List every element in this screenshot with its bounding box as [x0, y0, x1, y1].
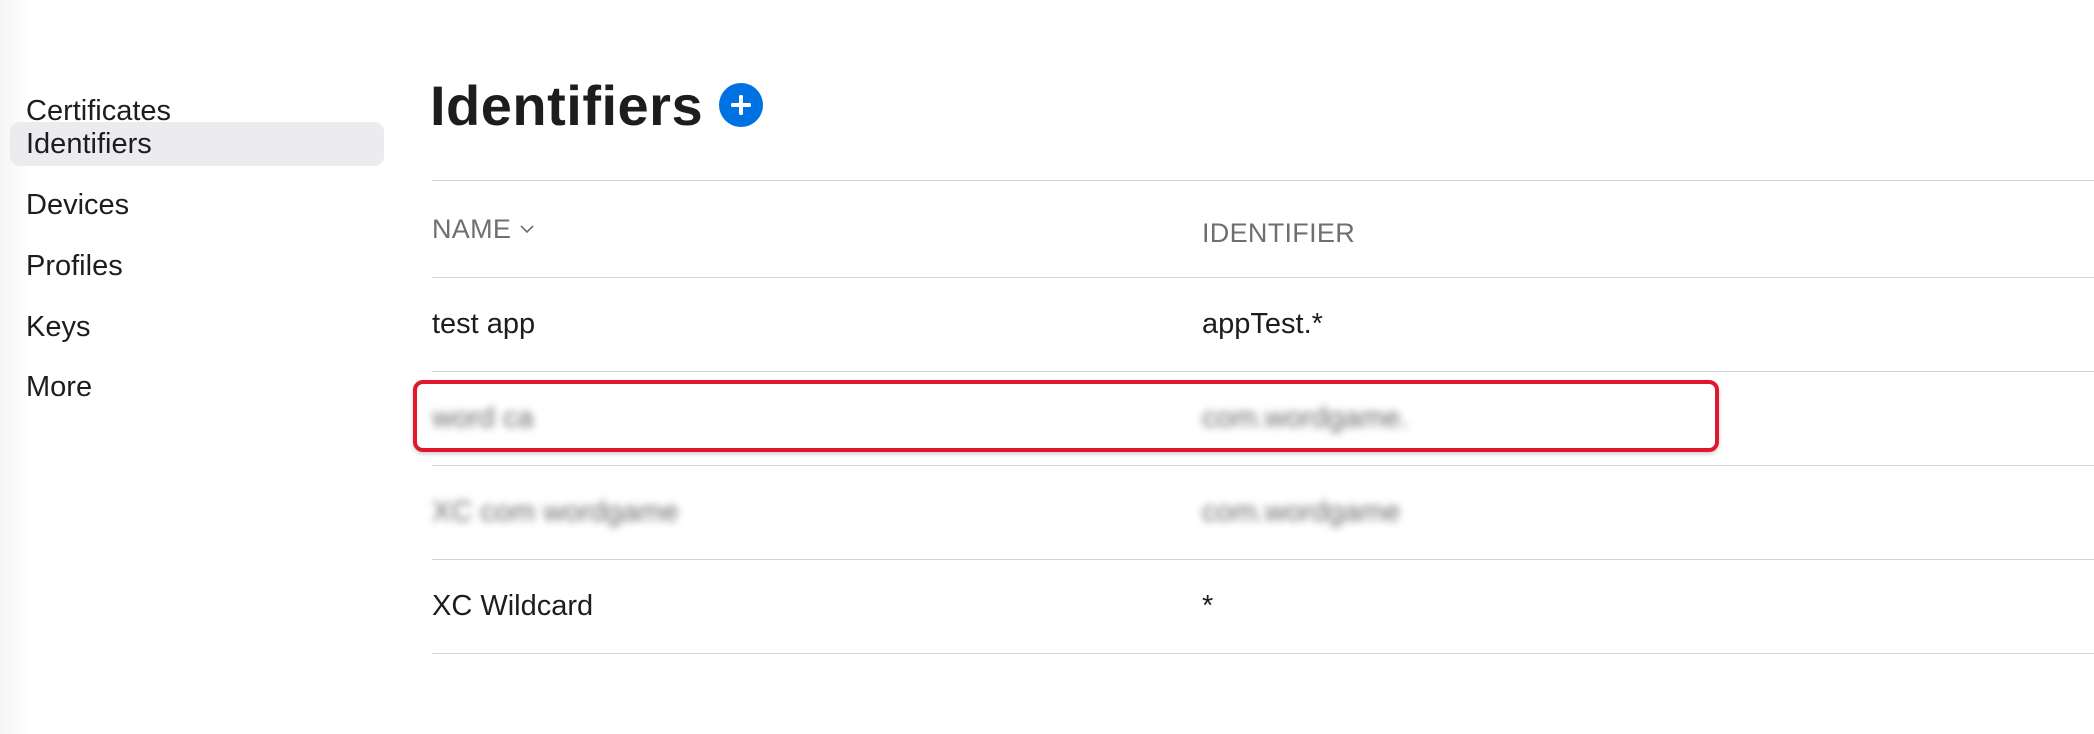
- sidebar: Certificates Identifiers Devices Profile…: [0, 0, 400, 734]
- table-divider: [432, 653, 2094, 654]
- row-identifier: appTest.*: [1202, 308, 1323, 340]
- sidebar-item-label: More: [26, 370, 93, 403]
- plus-circle-icon: [731, 95, 752, 115]
- page-header: Identifiers: [430, 70, 764, 140]
- row-identifier: com.wordgame: [1202, 496, 1401, 528]
- row-name: XC com wordgame: [432, 496, 679, 528]
- add-identifier-button[interactable]: [719, 83, 764, 127]
- sidebar-item-label: Keys: [26, 310, 91, 343]
- sidebar-item-more[interactable]: More: [10, 358, 384, 416]
- sidebar-item-label: Devices: [26, 188, 130, 221]
- page: Certificates Identifiers Devices Profile…: [0, 0, 2094, 734]
- row-name: word ca: [432, 402, 534, 434]
- sidebar-item-profiles[interactable]: Profiles: [10, 237, 384, 295]
- sidebar-item-devices[interactable]: Devices: [10, 176, 384, 234]
- identifiers-table: NAME IDENTIFIER test app appTest.* word …: [432, 180, 2094, 654]
- row-name: test app: [432, 308, 536, 340]
- table-row[interactable]: test app appTest.*: [432, 278, 2094, 371]
- column-header-label: NAME: [432, 213, 512, 244]
- row-name: XC Wildcard: [432, 590, 594, 622]
- chevron-down-icon[interactable]: [519, 224, 535, 234]
- page-title: Identifiers: [430, 73, 704, 137]
- column-header-name[interactable]: NAME: [432, 181, 535, 277]
- table-header-row: NAME IDENTIFIER: [432, 181, 2094, 277]
- table-row[interactable]: word ca com.wordgame.: [432, 372, 2094, 465]
- column-header-identifier[interactable]: IDENTIFIER: [1202, 185, 1355, 281]
- sidebar-item-keys[interactable]: Keys: [10, 298, 384, 356]
- main-content: Identifiers NAME IDENTIFIER test app app…: [430, 0, 2094, 734]
- row-identifier: com.wordgame.: [1202, 402, 1409, 434]
- table-row[interactable]: XC com wordgame com.wordgame: [432, 466, 2094, 559]
- table-row[interactable]: XC Wildcard *: [432, 560, 2094, 653]
- column-header-label: IDENTIFIER: [1202, 217, 1356, 248]
- row-identifier: *: [1202, 590, 1214, 622]
- sidebar-item-label: Profiles: [26, 249, 123, 282]
- sidebar-item-label: Identifiers: [26, 127, 152, 160]
- sidebar-item-identifiers[interactable]: Identifiers: [10, 122, 384, 166]
